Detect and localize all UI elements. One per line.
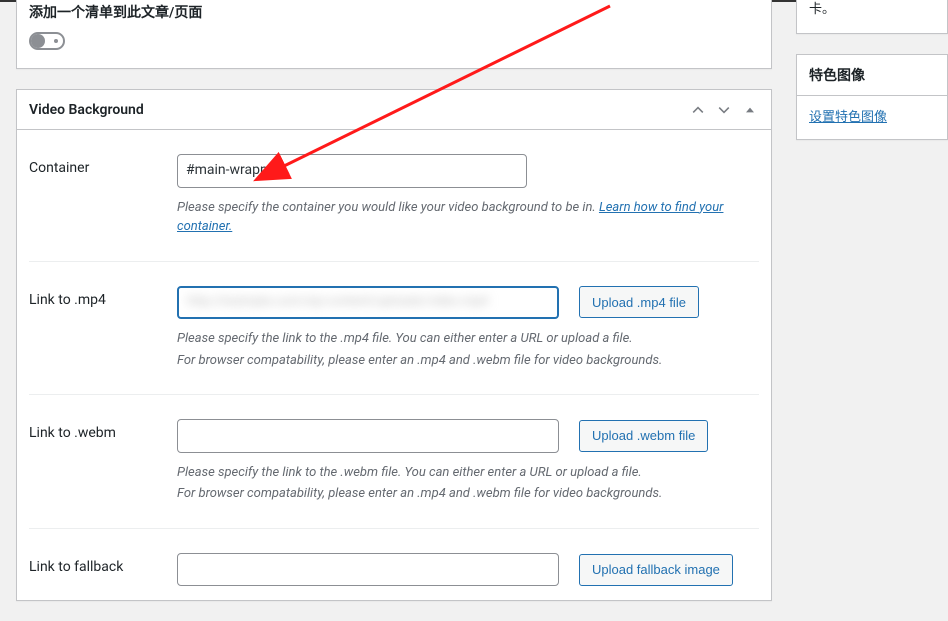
move-up-icon[interactable] xyxy=(689,101,707,119)
field-container: Container Please specify the container y… xyxy=(29,144,759,262)
toggle-dot xyxy=(54,39,58,43)
upload-mp4-button[interactable]: Upload .mp4 file xyxy=(579,286,699,318)
vb-header: Video Background xyxy=(17,90,771,130)
mp4-help1: Please specify the link to the .mp4 file… xyxy=(177,329,759,349)
mp4-help2: For browser compatability, please enter … xyxy=(177,351,759,371)
webm-help1: Please specify the link to the .webm fil… xyxy=(177,463,759,483)
toggle-knob xyxy=(31,34,45,48)
webm-help2: For browser compatability, please enter … xyxy=(177,484,759,504)
vb-title: Video Background xyxy=(29,102,144,118)
container-label: Container xyxy=(29,154,177,237)
sidebar-top-fragment: 卡。 xyxy=(809,0,935,21)
vb-body: Container Please specify the container y… xyxy=(17,130,771,600)
move-down-icon[interactable] xyxy=(715,101,733,119)
mp4-label: Link to .mp4 xyxy=(29,286,177,371)
fallback-input[interactable] xyxy=(177,553,559,587)
field-fallback: Link to fallback Upload fallback image xyxy=(29,529,759,587)
container-help-text: Please specify the container you would l… xyxy=(177,200,599,215)
container-input[interactable] xyxy=(177,154,527,188)
sidebar-top-box: 卡。 xyxy=(796,0,948,34)
checklist-label: 添加一个清单到此文章/页面 xyxy=(29,0,759,32)
field-mp4: Link to .mp4 http://example.com/wp-conte… xyxy=(29,262,759,396)
set-featured-image-link[interactable]: 设置特色图像 xyxy=(809,110,887,125)
fallback-label: Link to fallback xyxy=(29,553,177,587)
featured-image-title: 特色图像 xyxy=(797,55,947,96)
webm-label: Link to .webm xyxy=(29,419,177,504)
webm-input[interactable] xyxy=(177,419,559,453)
checklist-toggle[interactable] xyxy=(29,32,65,50)
collapse-icon[interactable] xyxy=(741,101,759,119)
upload-webm-button[interactable]: Upload .webm file xyxy=(579,420,708,452)
container-help: Please specify the container you would l… xyxy=(177,198,759,237)
video-background-box: Video Background Container xyxy=(16,89,772,601)
field-webm: Link to .webm Upload .webm file Please s… xyxy=(29,395,759,529)
checklist-box: 添加一个清单到此文章/页面 xyxy=(16,0,772,69)
upload-fallback-button[interactable]: Upload fallback image xyxy=(579,554,733,586)
featured-image-box: 特色图像 设置特色图像 xyxy=(796,54,948,140)
